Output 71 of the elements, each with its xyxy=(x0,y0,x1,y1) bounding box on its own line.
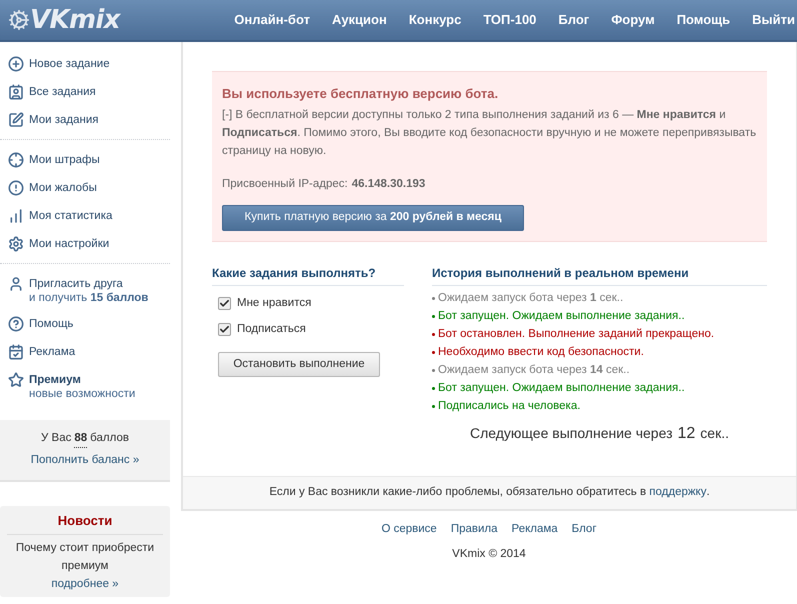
balance-text: баллов xyxy=(90,431,129,446)
log-entry: Ожидаем запуск бота через 14 сек.. xyxy=(438,363,630,378)
sidebar-link[interactable]: Мои жалобы xyxy=(29,180,97,196)
user-icon xyxy=(8,276,24,292)
star-icon xyxy=(8,372,24,388)
bar-chart-icon xyxy=(8,208,24,224)
checkbox-label: Мне нравится xyxy=(237,296,312,311)
copyright: VKmix © 2014 xyxy=(452,548,526,560)
log-entry: Ожидаем запуск бота через 1 сек.. xyxy=(438,291,624,306)
log-entry: Бот запущен. Ожидаем выполнение задания.. xyxy=(438,309,685,324)
footer-link[interactable]: О сервисе xyxy=(381,520,437,538)
gears-icon xyxy=(8,9,30,31)
notice-text: [-] В бесплатной версии доступны только 2 типа выполнения заданий из 6 — Мне нравится и Подписаться. Помимо этого, Вы вводите код безопасности вручную и не можете перепривязывать страницу на новую. xyxy=(222,108,757,158)
buy-button[interactable]: Купить платную версию за 200 рублей в месяц xyxy=(222,204,524,231)
news-title: Новости xyxy=(7,510,163,535)
support-link[interactable]: поддержку xyxy=(649,484,706,502)
logo[interactable]: VKmix xyxy=(30,0,120,40)
notice-title: Вы используете бесплатную версию бота. xyxy=(222,85,500,103)
nav-link[interactable]: Выйти xyxy=(752,10,795,30)
sidebar-link[interactable]: Мои настройки xyxy=(29,236,110,252)
sidebar-link[interactable]: Мои штрафы xyxy=(29,152,100,168)
nav-link[interactable]: ТОП-100 xyxy=(483,10,536,30)
next-run-text: Следующее выполнение через xyxy=(470,424,672,443)
crosshair-icon xyxy=(8,152,24,168)
nav-link[interactable]: Форум xyxy=(611,10,655,30)
calendar-icon xyxy=(8,344,24,360)
nav-link[interactable]: Блог xyxy=(558,10,590,30)
footer-link[interactable]: Блог xyxy=(572,520,597,538)
next-run-text: сек.. xyxy=(700,424,729,443)
sidebar-subtitle: и получить 15 баллов xyxy=(29,292,148,304)
nav-link[interactable]: Помощь xyxy=(676,10,730,30)
news-text: Почему стоит приобрести премиум xyxy=(14,541,156,574)
support-text: . xyxy=(706,485,710,500)
top-up-link[interactable]: Пополнить баланс » xyxy=(30,452,140,470)
log-entry: Бот запущен. Ожидаем выполнение задания.. xyxy=(438,381,685,396)
sidebar-link[interactable]: Все задания xyxy=(29,84,96,100)
footer-link[interactable]: Реклама xyxy=(512,520,558,538)
checkbox[interactable] xyxy=(218,323,231,336)
footer-link[interactable]: Правила xyxy=(450,520,498,538)
support-text: Если у Вас возникли какие-либо проблемы, обязательно обратитесь в xyxy=(269,485,648,500)
sidebar-link[interactable]: Премиум xyxy=(29,372,136,388)
balance-text: У Вас xyxy=(41,431,72,446)
log-entry: Подписались на человека. xyxy=(438,399,580,414)
sidebar-link[interactable]: Новое задание xyxy=(29,56,110,72)
ip-label: Присвоенный IP-адрес: xyxy=(222,176,348,192)
log-entry: Бот остановлен. Выполнение заданий прекращено. xyxy=(438,327,714,342)
nav-link[interactable]: Конкурс xyxy=(408,10,462,30)
next-run-seconds: 12 xyxy=(678,424,696,444)
nav-link[interactable]: Аукцион xyxy=(332,10,387,30)
balance-points: 88 xyxy=(74,430,88,448)
sidebar-link[interactable]: Мои задания xyxy=(29,112,98,128)
log-entry: Необходимо ввести код безопасности. xyxy=(438,345,644,360)
alert-icon xyxy=(8,180,24,196)
settings-icon xyxy=(8,236,24,252)
ip-address: 46.148.30.193 xyxy=(352,176,426,192)
section-title: Какие задания выполнять? xyxy=(212,264,404,286)
sidebar-link[interactable]: Реклама xyxy=(29,344,76,360)
sidebar-link[interactable]: Моя статистика xyxy=(29,208,112,224)
checkbox-label: Подписаться xyxy=(237,322,306,337)
sidebar-subtitle: новые возможности xyxy=(29,388,136,400)
sidebar-link[interactable]: Помощь xyxy=(29,316,74,332)
stop-button[interactable]: Остановить выполнение xyxy=(218,352,380,378)
contact-card-icon xyxy=(8,84,24,100)
checkbox[interactable] xyxy=(218,296,231,310)
pen-square-icon xyxy=(8,112,24,128)
plus-circle-icon xyxy=(8,56,24,72)
sidebar-link[interactable]: Пригласить друга xyxy=(29,276,148,292)
help-icon xyxy=(8,316,24,332)
section-title: История выполнений в реальном времени xyxy=(432,264,767,286)
more-link[interactable]: подробнее » xyxy=(51,575,119,593)
nav-link[interactable]: Онлайн-бот xyxy=(234,10,310,30)
